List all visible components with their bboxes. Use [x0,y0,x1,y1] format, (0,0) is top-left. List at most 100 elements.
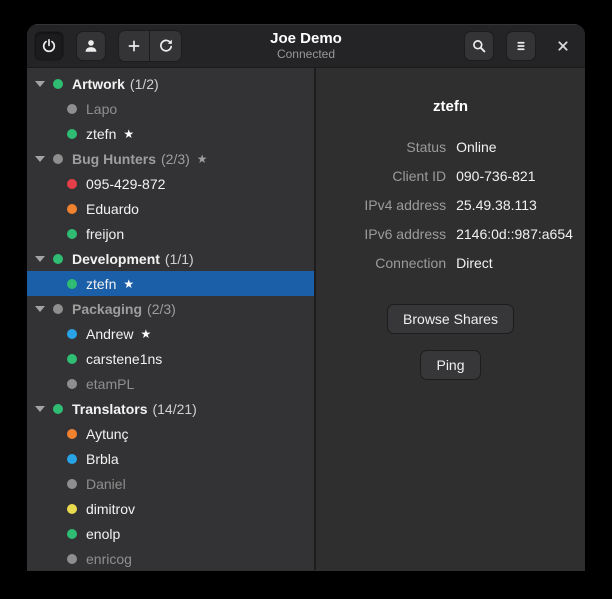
tree-row-group[interactable]: Translators(14/21) [27,396,314,421]
tree-row-contact[interactable]: Eduardo [27,196,314,221]
menu-button[interactable] [506,31,536,61]
contact-name: freijon [86,226,124,242]
ping-button[interactable]: Ping [420,350,480,380]
tree-row-group[interactable]: Packaging (2/3) [27,296,314,321]
tree-row-contact[interactable]: Lapo [27,96,314,121]
refresh-button[interactable] [150,31,181,61]
group-count: (14/21) [152,401,196,417]
tree-row-contact[interactable]: 095-429-872 [27,171,314,196]
expander-icon[interactable] [35,156,45,162]
status-dot [67,479,77,489]
plus-icon [126,38,142,54]
status-dot [53,79,63,89]
tree-row-contact[interactable]: ztefn ★ [27,121,314,146]
contact-name: 095-429-872 [86,176,165,192]
status-dot [67,279,77,289]
tree-row-group[interactable]: Bug Hunters (2/3) ★ [27,146,314,171]
status-dot [67,354,77,364]
field-value: Direct [456,255,573,271]
contact-name: carstene1ns [86,351,162,367]
tree-row-contact[interactable]: carstene1ns [27,346,314,371]
contact-name: ztefn [86,276,116,292]
tree-row-contact[interactable]: Aytunç [27,421,314,446]
app-window: Joe Demo Connected [27,24,585,571]
contact-name: enricog [86,551,132,567]
favorite-star-icon: ★ [140,327,151,341]
tree-row-contact[interactable]: dimitrov [27,496,314,521]
power-button[interactable] [34,31,64,61]
tree-row-contact[interactable]: enricog [27,546,314,570]
status-dot [67,204,77,214]
group-name: Packaging [72,301,142,317]
contact-actions: Browse Shares Ping [387,304,514,380]
add-button[interactable] [119,31,150,61]
power-icon [41,38,57,54]
group-count: (2/3) [161,151,190,167]
group-count: (2/3) [147,301,176,317]
tree-row-group[interactable]: Development(1/1) [27,246,314,271]
contact-name: ztefn [86,126,116,142]
field-label: IPv4 address [328,197,446,213]
field-value: 25.49.38.113 [456,197,573,213]
contact-name: Lapo [86,101,117,117]
group-name: Bug Hunters [72,151,156,167]
contact-name: dimitrov [86,501,135,517]
status-dot [53,154,63,164]
headerbar-left-controls [34,30,182,62]
group-count: (1/2) [130,76,159,92]
field-value: 2146:0d::987:a654 [456,226,573,242]
field-value: Online [456,139,573,155]
tree-row-contact[interactable]: Brbla [27,446,314,471]
window-title: Joe Demo [270,30,342,47]
contact-name: Brbla [86,451,119,467]
group-name: Artwork [72,76,125,92]
field-value: 090-736-821 [456,168,573,184]
status-dot [67,129,77,139]
status-dot [67,379,77,389]
contact-name: Daniel [86,476,126,492]
tree-row-group[interactable]: Artwork (1/2) [27,71,314,96]
field-label: Connection [328,255,446,271]
contact-name: Andrew [86,326,133,342]
status-dot [67,429,77,439]
status-dot [67,454,77,464]
contact-detail-fields: Status Online Client ID 090-736-821 IPv4 add… [328,139,573,271]
main-content: Artwork (1/2) Lapo ztefn ★ Bug Hunters (2/3) ★ 0… [27,68,585,570]
search-icon [471,38,487,54]
status-dot [67,504,77,514]
tree-row-contact[interactable]: ztefn ★ [27,271,314,296]
browse-shares-button[interactable]: Browse Shares [387,304,514,334]
search-button[interactable] [464,31,494,61]
hamburger-menu-icon [513,38,529,54]
add-refresh-button-group [118,30,182,62]
expander-icon[interactable] [35,406,45,412]
refresh-icon [158,38,174,54]
contact-name: Aytunç [86,426,129,442]
headerbar: Joe Demo Connected [27,24,585,68]
status-dot [53,304,63,314]
contact-name: etamPL [86,376,134,392]
expander-icon[interactable] [35,256,45,262]
field-label: Status [328,139,446,155]
expander-icon[interactable] [35,81,45,87]
close-button[interactable] [548,31,578,61]
status-dot [67,529,77,539]
expander-icon[interactable] [35,306,45,312]
contacts-button[interactable] [76,31,106,61]
favorite-star-icon: ★ [123,127,134,141]
favorite-star-icon: ★ [123,277,134,291]
status-dot [53,254,63,264]
tree-row-contact[interactable]: enolp [27,521,314,546]
tree-row-contact[interactable]: freijon [27,221,314,246]
tree-row-contact[interactable]: Daniel [27,471,314,496]
status-dot [67,229,77,239]
field-label: Client ID [328,168,446,184]
close-icon [555,38,571,54]
tree-row-contact[interactable]: Andrew ★ [27,321,314,346]
connection-status: Connected [277,47,335,61]
contact-name: Eduardo [86,201,139,217]
status-dot [67,179,77,189]
status-dot [67,554,77,564]
favorite-star-icon: ★ [197,152,208,166]
tree-row-contact[interactable]: etamPL [27,371,314,396]
